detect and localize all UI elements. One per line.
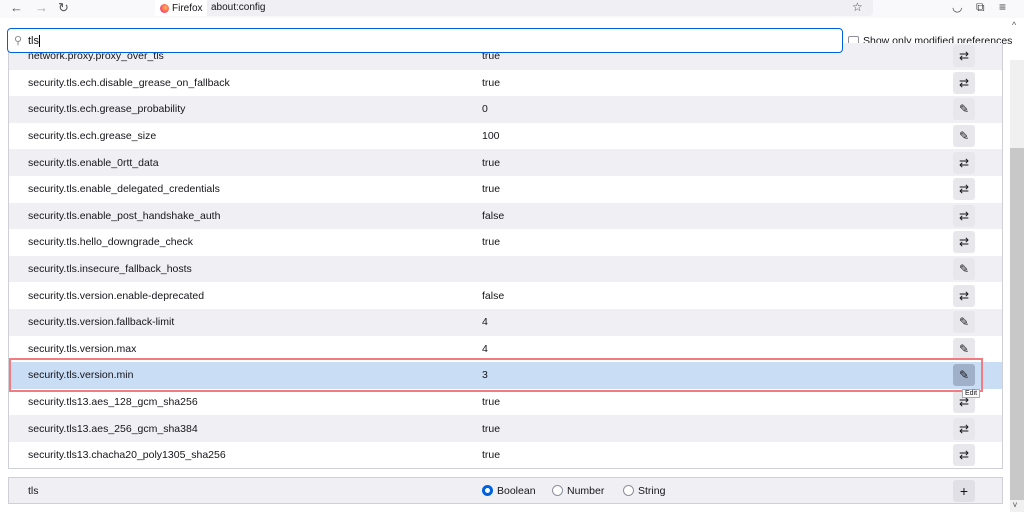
pref-value: true bbox=[482, 449, 501, 462]
toggle-arrows-icon[interactable]: ⇄ bbox=[953, 151, 975, 174]
pocket-icon[interactable]: ◡ bbox=[952, 0, 962, 14]
pref-name: security.tls.version.max bbox=[28, 342, 137, 355]
table-row[interactable]: security.tls.ech.grease_probability 0 ✎ bbox=[9, 96, 1002, 123]
pref-name: security.tls.enable_post_handshake_auth bbox=[28, 209, 221, 222]
pref-name: security.tls13.aes_128_gcm_sha256 bbox=[28, 396, 198, 409]
highlight-box bbox=[9, 358, 983, 392]
radio-boolean[interactable]: Boolean bbox=[482, 485, 536, 497]
add-preference-row: tls Boolean Number String + bbox=[8, 477, 1003, 504]
extensions-icon[interactable]: ⧉ bbox=[976, 0, 985, 15]
table-row[interactable]: security.tls13.aes_256_gcm_sha384 true ⇄ bbox=[9, 415, 1002, 442]
pref-value: true bbox=[482, 422, 501, 435]
pref-name: security.tls13.chacha20_poly1305_sha256 bbox=[28, 449, 226, 462]
preferences-table: network.proxy.proxy_over_tls true ⇄ securit… bbox=[8, 43, 1003, 469]
identity-box[interactable]: Firefox bbox=[155, 0, 207, 16]
table-row[interactable]: security.tls.enable_post_handshake_auth f… bbox=[9, 202, 1002, 230]
bookmark-star-icon[interactable]: ☆ bbox=[852, 0, 863, 14]
radio-label: Boolean bbox=[497, 484, 536, 497]
browser-name: Firefox bbox=[172, 2, 203, 14]
pref-name: security.tls.insecure_fallback_hosts bbox=[28, 263, 192, 276]
edit-pencil-icon[interactable]: ✎ bbox=[953, 337, 975, 360]
table-row[interactable]: security.tls.ech.disable_grease_on_fallb… bbox=[9, 70, 1002, 97]
pref-name: security.tls.version.enable-deprecated bbox=[28, 289, 205, 302]
pref-value: true bbox=[482, 183, 501, 196]
toggle-arrows-icon[interactable]: ⇄ bbox=[953, 284, 975, 307]
table-row[interactable]: security.tls.version.fallback-limit 4 ✎ bbox=[9, 309, 1002, 336]
radio-number[interactable]: Number bbox=[552, 485, 604, 497]
browser-toolbar: ← → ↻ Firefox about:config ☆ ◡ ⧉ ≡ bbox=[0, 0, 1024, 18]
menu-icon[interactable]: ≡ bbox=[999, 0, 1006, 14]
toggle-arrows-icon[interactable]: ⇄ bbox=[953, 204, 975, 227]
table-row[interactable]: security.tls.version.enable-deprecated fa… bbox=[9, 282, 1002, 309]
pref-name: security.tls.ech.grease_size bbox=[28, 130, 157, 143]
edit-pencil-icon[interactable]: ✎ bbox=[953, 98, 975, 121]
toggle-arrows-icon[interactable]: ⇄ bbox=[953, 444, 975, 467]
pref-name: security.tls.enable_0rtt_data bbox=[28, 156, 159, 169]
pref-name: security.tls.ech.disable_grease_on_fallb… bbox=[28, 76, 230, 89]
scrollbar-thumb[interactable] bbox=[1010, 148, 1024, 500]
radio-string[interactable]: String bbox=[623, 485, 665, 497]
pref-value: 4 bbox=[482, 316, 488, 329]
search-icon: ⚲ bbox=[14, 35, 23, 47]
table-row[interactable]: security.tls.enable_delegated_credential… bbox=[9, 176, 1002, 203]
table-row[interactable]: security.tls13.chacha20_poly1305_sha256 t… bbox=[9, 442, 1002, 468]
radio-button[interactable] bbox=[482, 485, 493, 496]
pref-value: 0 bbox=[482, 103, 488, 116]
toggle-arrows-icon[interactable]: ⇄ bbox=[953, 71, 975, 94]
url-bar[interactable]: Firefox about:config bbox=[155, 0, 873, 16]
radio-button[interactable] bbox=[623, 485, 634, 496]
back-arrow-icon[interactable]: ← bbox=[10, 0, 23, 15]
new-pref-name: tls bbox=[28, 484, 39, 497]
pref-value: true bbox=[482, 236, 501, 249]
table-row[interactable]: security.tls.enable_0rtt_data true ⇄ bbox=[9, 149, 1002, 176]
radio-button[interactable] bbox=[552, 485, 563, 496]
edit-tooltip: Edit bbox=[962, 389, 981, 398]
edit-pencil-icon[interactable]: ✎ bbox=[953, 125, 975, 148]
pref-name: security.tls.enable_delegated_credential… bbox=[28, 183, 220, 196]
toggle-arrows-icon[interactable]: ⇄ bbox=[953, 178, 975, 201]
table-row[interactable]: security.tls.ech.grease_size 100 ✎ bbox=[9, 123, 1002, 150]
pref-name: security.tls.hello_downgrade_check bbox=[28, 236, 193, 249]
pref-value: false bbox=[482, 289, 505, 302]
pref-name: security.tls.version.fallback-limit bbox=[28, 316, 175, 329]
pref-value: 100 bbox=[482, 130, 500, 143]
radio-label: String bbox=[638, 484, 666, 497]
text-cursor bbox=[39, 34, 40, 47]
edit-pencil-icon[interactable]: ✎ bbox=[953, 311, 975, 334]
pref-name: security.tls.ech.grease_probability bbox=[28, 103, 186, 116]
firefox-logo-icon bbox=[160, 3, 169, 13]
scroll-down-icon[interactable]: v bbox=[1013, 500, 1017, 509]
table-row[interactable]: security.tls.insecure_fallback_hosts ✎ bbox=[9, 255, 1002, 283]
radio-label: Number bbox=[567, 484, 605, 497]
toggle-arrows-icon[interactable]: ⇄ bbox=[953, 231, 975, 254]
search-input[interactable]: ⚲ tls bbox=[7, 28, 843, 53]
add-icon[interactable]: + bbox=[953, 480, 975, 502]
url-text[interactable]: about:config bbox=[211, 2, 266, 13]
pref-value: true bbox=[482, 396, 501, 409]
scroll-up-icon[interactable]: ^ bbox=[1012, 20, 1016, 30]
pref-name: security.tls13.aes_256_gcm_sha384 bbox=[28, 422, 198, 435]
edit-pencil-icon[interactable]: ✎ bbox=[953, 258, 975, 281]
toggle-arrows-icon[interactable]: ⇄ bbox=[953, 45, 975, 68]
pref-value: true bbox=[482, 156, 501, 169]
table-row[interactable]: security.tls.hello_downgrade_check true ⇄ bbox=[9, 229, 1002, 256]
reload-icon[interactable]: ↻ bbox=[58, 0, 69, 16]
toggle-arrows-icon[interactable]: ⇄ bbox=[953, 417, 975, 440]
table-row[interactable]: security.tls13.aes_128_gcm_sha256 true ⇄ bbox=[9, 389, 1002, 416]
pref-value: 4 bbox=[482, 342, 488, 355]
pref-value: true bbox=[482, 76, 501, 89]
pref-value: false bbox=[482, 209, 505, 222]
search-value: tls bbox=[28, 34, 39, 47]
forward-arrow-icon[interactable]: → bbox=[35, 0, 48, 15]
